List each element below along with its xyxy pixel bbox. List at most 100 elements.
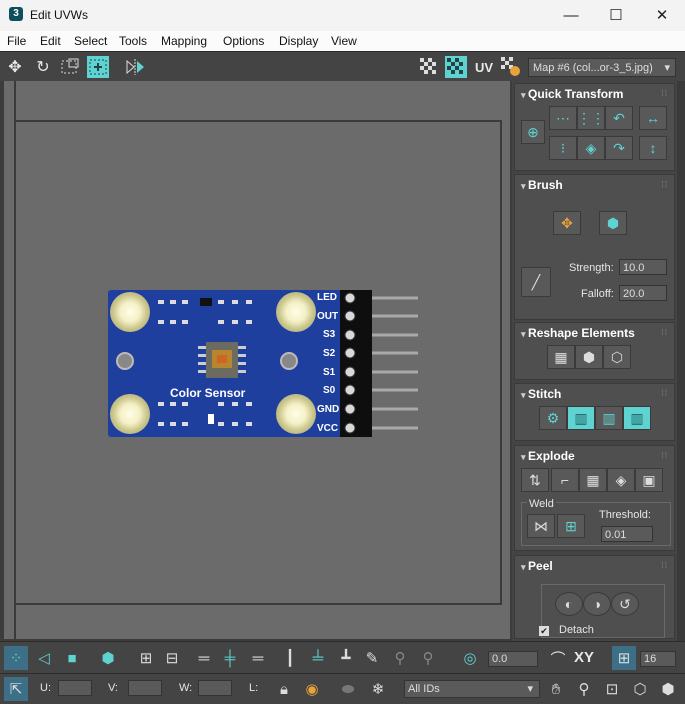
set-pivot-icon[interactable]: ⊕ <box>521 120 545 144</box>
w-field[interactable] <box>198 680 232 696</box>
menu-options[interactable]: Options <box>223 34 264 48</box>
seam-icon[interactable]: ┻ <box>334 646 358 670</box>
pan-icon[interactable]: ✋︎ <box>544 677 568 701</box>
target-weld-icon[interactable]: ⊞ <box>557 514 585 538</box>
stitch-to-source-icon[interactable]: ▥ <box>623 406 651 430</box>
brush-title[interactable]: Brush <box>521 178 563 192</box>
grip-icon: ⁞⁞ <box>661 89 668 98</box>
align-horizontal-icon[interactable]: ⋯ <box>549 106 577 130</box>
quick-peel-icon[interactable]: ◐ <box>555 592 583 616</box>
open-edge-icon[interactable]: ┃ <box>278 646 302 670</box>
quick-transform-title[interactable]: Quick Transform <box>521 87 623 101</box>
peel-mode-icon[interactable]: ◑ <box>583 592 611 616</box>
grow-selection-icon[interactable]: ⊞ <box>134 646 158 670</box>
enlarge-brush-icon[interactable]: ⚲ <box>388 646 412 670</box>
zoom-selected-icon[interactable]: ⬢ <box>656 677 680 701</box>
freeform-icon[interactable] <box>87 56 109 78</box>
xy-toggle[interactable]: XY <box>574 649 594 666</box>
edge-select-icon[interactable]: ╧ <box>306 646 330 670</box>
u-field[interactable] <box>58 680 92 696</box>
stitch-average-icon[interactable]: ▥ <box>595 406 623 430</box>
hide-icon[interactable]: ⬬ <box>336 677 360 701</box>
loop-icon[interactable]: ═ <box>192 646 216 670</box>
falloff-curve-icon[interactable]: ⌒ <box>546 646 570 670</box>
checker-pattern-icon[interactable] <box>445 56 467 78</box>
straighten-selection-icon[interactable]: ▦ <box>547 345 575 369</box>
brush-falloff-icon[interactable]: ╱ <box>521 267 551 297</box>
menu-tools[interactable]: Tools <box>119 34 147 48</box>
relax-settings-icon[interactable]: ⬡ <box>603 345 631 369</box>
polygon-mode-icon[interactable]: ■ <box>60 646 84 670</box>
menu-view[interactable]: View <box>331 34 357 48</box>
detach-checkbox[interactable]: ✔ <box>539 626 549 636</box>
peel-title[interactable]: Peel <box>521 559 553 573</box>
rotate-icon[interactable]: ↻ <box>32 56 54 78</box>
zoom-region-icon[interactable]: ⊡ <box>600 677 624 701</box>
strength-spinner[interactable]: 10.0 <box>619 259 667 275</box>
point-to-point-icon[interactable]: ═ <box>246 646 270 670</box>
stitch-title[interactable]: Stitch <box>521 387 561 401</box>
relax-brush-icon[interactable]: ⬢ <box>599 211 627 235</box>
menu-display[interactable]: Display <box>279 34 318 48</box>
smd-components <box>156 400 266 430</box>
move-icon[interactable]: ✥ <box>4 56 26 78</box>
reset-peel-icon[interactable]: ↺ <box>611 592 639 616</box>
vertex-mode-icon[interactable]: ⁘ <box>4 646 28 670</box>
rotate-cw-icon[interactable]: ↷ <box>605 136 633 160</box>
detach-label: Detach <box>559 624 594 636</box>
threshold-spinner[interactable]: 0.01 <box>601 526 653 542</box>
grid-size-spinner[interactable]: 16 <box>640 651 676 667</box>
element-mode-icon[interactable]: ⬢ <box>96 646 120 670</box>
scale-icon[interactable] <box>59 56 81 78</box>
flatten-icon[interactable]: ▦ <box>579 468 607 492</box>
stitch-custom-icon[interactable]: ⚙ <box>539 406 567 430</box>
shrink-brush-icon[interactable]: ⚲ <box>416 646 440 670</box>
checker-icon[interactable] <box>418 56 440 78</box>
eye-icon[interactable]: ◉ <box>300 677 324 701</box>
menu-mapping[interactable]: Mapping <box>161 34 207 48</box>
mount-hole <box>280 352 298 370</box>
detach-edge-icon[interactable]: ⌐ <box>551 468 579 492</box>
menu-file[interactable]: File <box>7 34 26 48</box>
paint-move-icon[interactable]: ✥ <box>553 211 581 235</box>
relax-icon[interactable]: ⬢ <box>575 345 603 369</box>
linear-align-icon[interactable]: ◈ <box>577 136 605 160</box>
break-icon[interactable]: ⇅ <box>521 468 549 492</box>
falloff-spinner[interactable]: 20.0 <box>619 285 667 301</box>
menu-edit[interactable]: Edit <box>40 34 61 48</box>
weld-selected-icon[interactable]: ⋈ <box>527 514 555 538</box>
minimize-button[interactable]: — <box>548 0 594 31</box>
edge-mode-icon[interactable]: ◁ <box>32 646 56 670</box>
zoom-extents-icon[interactable]: ⬡ <box>628 677 652 701</box>
shrink-selection-icon[interactable]: ⊟ <box>160 646 184 670</box>
zoom-icon[interactable]: ⚲ <box>572 677 596 701</box>
ring-icon[interactable]: ╪ <box>218 646 242 670</box>
reshape-elements-title[interactable]: Reshape Elements <box>521 326 635 340</box>
angle-spinner[interactable]: 0.0 <box>488 651 538 667</box>
flatten-by-smoothing-icon[interactable]: ◈ <box>607 468 635 492</box>
texture-settings-icon[interactable] <box>500 56 522 78</box>
align-corner-icon[interactable]: ⁝ <box>549 136 577 160</box>
uv-mode-toggle[interactable]: UV <box>473 56 495 78</box>
space-horizontal-icon[interactable]: ↔ <box>639 106 667 130</box>
texture-map-select[interactable]: Map #6 (col...or-3_5.jpg) ▾ <box>528 58 676 77</box>
material-id-select[interactable]: All IDs ▾ <box>404 680 540 698</box>
flatten-by-material-icon[interactable]: ▣ <box>635 468 663 492</box>
space-vertical-icon[interactable]: ↕ <box>639 136 667 160</box>
align-vertical-icon[interactable]: ⋮⋮ <box>577 106 605 130</box>
explode-title[interactable]: Explode <box>521 449 575 463</box>
rotate-ccw-icon[interactable]: ↶ <box>605 106 633 130</box>
lock-icon[interactable]: 🔒︎ <box>272 677 296 701</box>
panel-scrollbar[interactable] <box>677 81 685 641</box>
soft-selection-icon[interactable]: ◎ <box>458 646 482 670</box>
close-button[interactable]: ✕ <box>639 0 685 31</box>
v-field[interactable] <box>128 680 162 696</box>
menu-select[interactable]: Select <box>74 34 107 48</box>
absolute-mode-icon[interactable]: ⇱ <box>4 677 28 701</box>
freeze-icon[interactable]: ❄ <box>366 677 390 701</box>
paint-select-icon[interactable]: ✎ <box>360 646 384 670</box>
maximize-button[interactable]: ☐ <box>593 0 639 31</box>
grid-snap-icon[interactable]: ⊞ <box>612 646 636 670</box>
mirror-icon[interactable] <box>124 56 146 78</box>
stitch-to-target-icon[interactable]: ▥ <box>567 406 595 430</box>
